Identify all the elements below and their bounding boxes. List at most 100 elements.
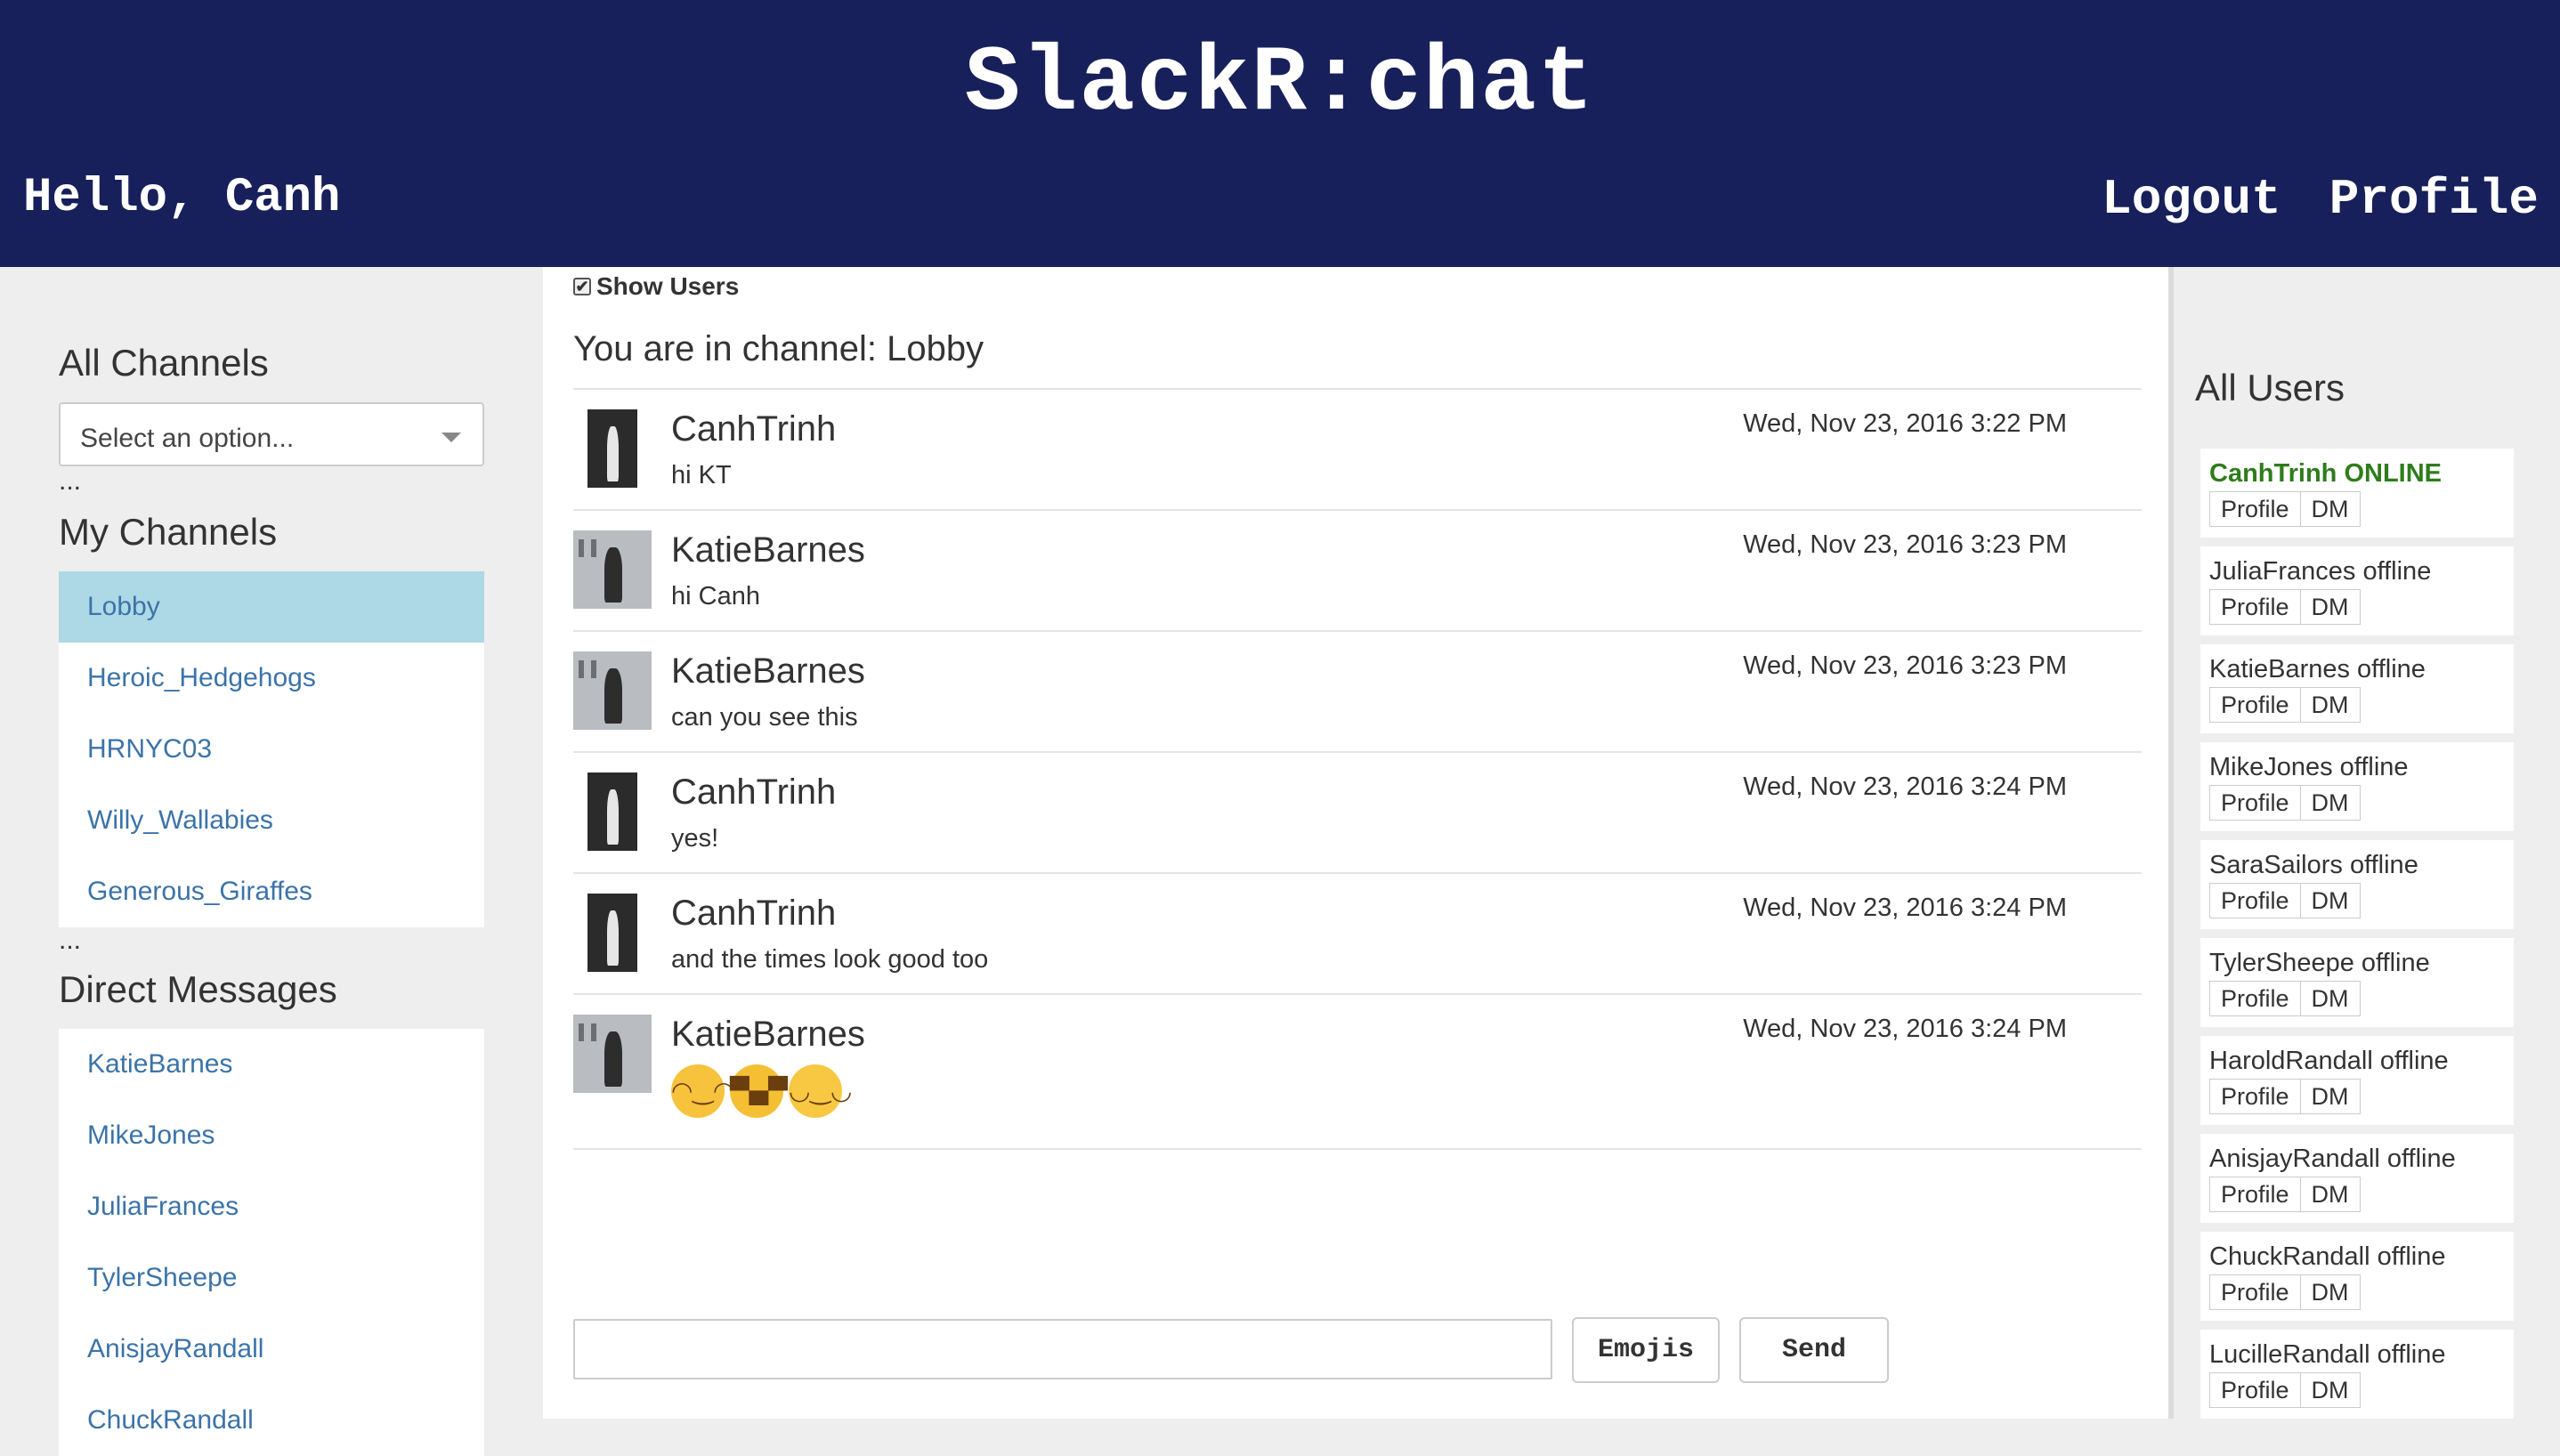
user-status: KatieBarnes offline: [2209, 655, 2426, 684]
message-item: KatieBarnes can you see this Wed, Nov 23…: [573, 630, 2142, 751]
message-item: KatieBarnes hi Canh Wed, Nov 23, 2016 3:…: [573, 509, 2142, 630]
message-timestamp: Wed, Nov 23, 2016 3:24 PM: [1743, 1015, 2067, 1043]
user-dm-button[interactable]: DM: [2300, 1177, 2361, 1212]
show-users-label: Show Users: [596, 272, 740, 300]
checkbox-checked-icon[interactable]: ✔: [573, 278, 591, 295]
user-profile-button[interactable]: Profile: [2209, 687, 2301, 723]
channel-select[interactable]: Select an option...: [59, 402, 484, 466]
user-card: ChuckRandall offline Profile DM: [2200, 1232, 2514, 1321]
dm-item-tylersheepe[interactable]: TylerSheepe: [59, 1242, 484, 1314]
user-status: JuliaFrances offline: [2209, 557, 2432, 586]
message-text: and the times look good too: [671, 945, 989, 974]
avatar: [587, 894, 637, 972]
user-dm-button[interactable]: DM: [2300, 1274, 2361, 1310]
user-profile-button[interactable]: Profile: [2209, 1274, 2301, 1310]
user-dm-button[interactable]: DM: [2300, 883, 2361, 918]
channel-item-willy-wallabies[interactable]: Willy_Wallabies: [59, 785, 484, 856]
user-dm-button[interactable]: DM: [2300, 1079, 2361, 1114]
direct-messages-list: KatieBarnes MikeJones JuliaFrances Tyler…: [59, 1029, 484, 1456]
emojis-button[interactable]: Emojis: [1572, 1317, 1720, 1383]
user-card: JuliaFrances offline Profile DM: [2200, 546, 2514, 635]
user-card: KatieBarnes offline Profile DM: [2200, 644, 2514, 733]
user-list: CanhTrinh ONLINE Profile DM JuliaFrances …: [2200, 449, 2514, 1428]
profile-link[interactable]: Profile: [2329, 171, 2539, 228]
message-timestamp: Wed, Nov 23, 2016 3:22 PM: [1743, 409, 2067, 438]
send-button[interactable]: Send: [1739, 1317, 1889, 1383]
all-channels-title: All Channels: [59, 342, 269, 384]
ellipsis: ...: [59, 466, 82, 496]
user-profile-button[interactable]: Profile: [2209, 589, 2301, 625]
message-emojis: ◠‿◠ ▀▄▀ ◡‿◡: [671, 1064, 852, 1118]
face-savoring-food-icon: ◡‿◡: [789, 1064, 852, 1118]
message-item: CanhTrinh yes! Wed, Nov 23, 2016 3:24 PM: [573, 751, 2142, 872]
message-author[interactable]: CanhTrinh: [671, 894, 836, 934]
dm-item-anisjayrandall[interactable]: AnisjayRandall: [59, 1314, 484, 1385]
channel-sidebar: All Channels Select an option... ... My …: [0, 267, 543, 1456]
avatar: [573, 530, 652, 609]
avatar: [587, 772, 637, 851]
channel-heading: You are in channel: Lobby: [573, 329, 984, 368]
user-card: CanhTrinh ONLINE Profile DM: [2200, 449, 2514, 538]
message-author[interactable]: CanhTrinh: [671, 772, 836, 813]
user-dm-button[interactable]: DM: [2300, 491, 2361, 527]
channel-item-heroic-hedgehogs[interactable]: Heroic_Hedgehogs: [59, 643, 484, 714]
avatar: [573, 1015, 652, 1093]
header-nav: Logout Profile: [2102, 171, 2539, 228]
dm-item-juliafrances[interactable]: JuliaFrances: [59, 1171, 484, 1242]
message-timestamp: Wed, Nov 23, 2016 3:24 PM: [1743, 894, 2067, 922]
user-card: LucilleRandall offline Profile DM: [2200, 1330, 2514, 1419]
channel-item-hrnyc03[interactable]: HRNYC03: [59, 714, 484, 785]
app-title: SlackR:chat: [964, 32, 1596, 137]
user-status: MikeJones offline: [2209, 753, 2409, 781]
chevron-down-icon: [442, 433, 461, 442]
face-with-tears-of-joy-icon: ◠‿◠: [671, 1064, 734, 1118]
message-list: CanhTrinh hi KT Wed, Nov 23, 2016 3:22 P…: [573, 388, 2142, 1150]
user-status: AnisjayRandall offline: [2209, 1145, 2456, 1173]
greeting: Hello, Canh: [23, 171, 341, 225]
user-profile-button[interactable]: Profile: [2209, 883, 2301, 918]
user-profile-button[interactable]: Profile: [2209, 1177, 2301, 1212]
message-text: hi KT: [671, 461, 732, 489]
avatar: [573, 651, 652, 730]
chat-area: ✔ Show Users You are in channel: Lobby C…: [543, 267, 2168, 1419]
user-card: MikeJones offline Profile DM: [2200, 742, 2514, 831]
message-author[interactable]: KatieBarnes: [671, 530, 865, 570]
user-dm-button[interactable]: DM: [2300, 589, 2361, 625]
user-profile-button[interactable]: Profile: [2209, 1079, 2301, 1114]
dm-item-mikejones[interactable]: MikeJones: [59, 1100, 484, 1171]
user-profile-button[interactable]: Profile: [2209, 785, 2301, 821]
user-dm-button[interactable]: DM: [2300, 1372, 2361, 1408]
message-item: KatieBarnes ◠‿◠ ▀▄▀ ◡‿◡ Wed, Nov 23, 201…: [573, 993, 2142, 1150]
all-users-title: All Users: [2195, 367, 2345, 408]
show-users-toggle[interactable]: ✔ Show Users: [573, 272, 739, 301]
message-author[interactable]: CanhTrinh: [671, 409, 836, 449]
channel-item-generous-giraffes[interactable]: Generous_Giraffes: [59, 856, 484, 927]
message-text: hi Canh: [671, 582, 760, 611]
my-channels-list: Lobby Heroic_Hedgehogs HRNYC03 Willy_Wal…: [59, 571, 484, 927]
dm-item-katiebarnes[interactable]: KatieBarnes: [59, 1029, 484, 1100]
user-card: AnisjayRandall offline Profile DM: [2200, 1134, 2514, 1223]
message-item: CanhTrinh hi KT Wed, Nov 23, 2016 3:22 P…: [573, 388, 2142, 509]
user-status: HaroldRandall offline: [2209, 1047, 2449, 1075]
user-status: ChuckRandall offline: [2209, 1242, 2446, 1271]
avatar: [587, 409, 637, 488]
user-profile-button[interactable]: Profile: [2209, 1372, 2301, 1408]
user-card: HaroldRandall offline Profile DM: [2200, 1036, 2514, 1125]
logout-link[interactable]: Logout: [2102, 171, 2281, 228]
user-status: SaraSailors offline: [2209, 851, 2418, 879]
user-profile-button[interactable]: Profile: [2209, 981, 2301, 1016]
user-profile-button[interactable]: Profile: [2209, 491, 2301, 527]
dm-item-chuckrandall[interactable]: ChuckRandall: [59, 1385, 484, 1456]
user-dm-button[interactable]: DM: [2300, 785, 2361, 821]
user-status: LucilleRandall offline: [2209, 1340, 2446, 1369]
app-header: SlackR:chat Hello, Canh Logout Profile: [0, 0, 2560, 267]
message-item: CanhTrinh and the times look good too We…: [573, 872, 2142, 993]
message-author[interactable]: KatieBarnes: [671, 651, 865, 692]
channel-item-lobby[interactable]: Lobby: [59, 571, 484, 643]
user-card: TylerSheepe offline Profile DM: [2200, 938, 2514, 1027]
user-dm-button[interactable]: DM: [2300, 687, 2361, 723]
message-input[interactable]: [573, 1319, 1552, 1379]
user-dm-button[interactable]: DM: [2300, 981, 2361, 1016]
message-author[interactable]: KatieBarnes: [671, 1015, 865, 1055]
grimacing-face-icon: ▀▄▀: [730, 1064, 788, 1118]
